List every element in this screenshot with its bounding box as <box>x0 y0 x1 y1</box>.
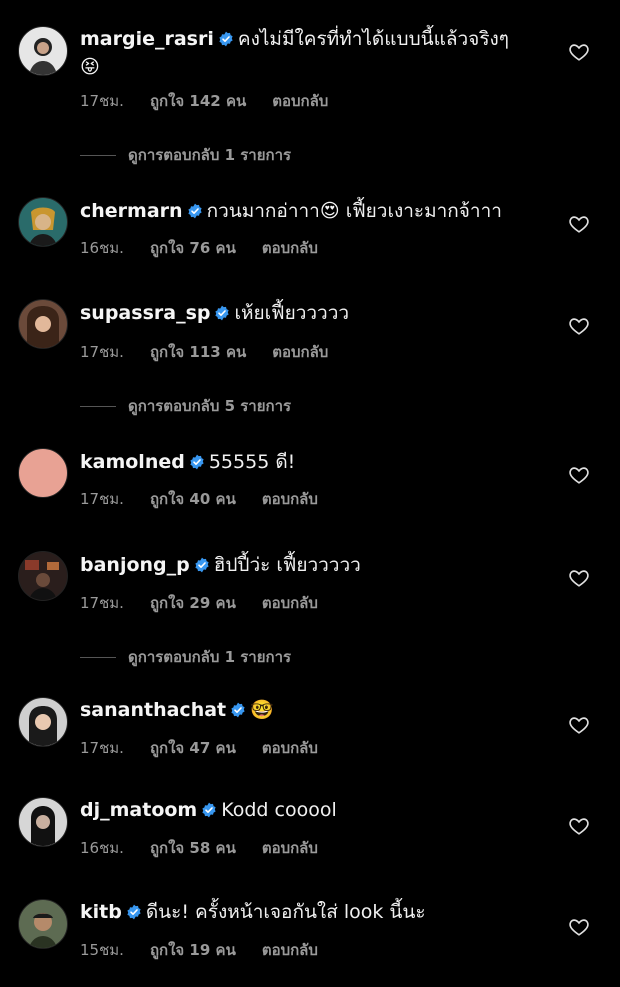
comment-text-line: sananthachat 🤓 <box>80 696 550 724</box>
timestamp: 16ชม. <box>80 239 124 257</box>
reply-button[interactable]: ตอบกลับ <box>272 92 328 110</box>
emoji: 😝 <box>80 56 100 78</box>
verified-icon <box>126 904 142 920</box>
username[interactable]: kitb <box>80 901 122 923</box>
view-replies-button[interactable]: ดูการตอบกลับ 1 รายการ <box>80 143 291 167</box>
comment-text: กวนมากอ่าาา <box>206 200 320 222</box>
heart-icon[interactable] <box>568 213 590 235</box>
heart-icon[interactable] <box>568 714 590 736</box>
avatar[interactable] <box>18 26 68 76</box>
avatar[interactable] <box>18 448 68 498</box>
view-replies-label: ดูการตอบกลับ 5 รายการ <box>128 397 292 415</box>
timestamp: 17ชม. <box>80 343 124 361</box>
view-replies-button[interactable]: ดูการตอบกลับ 1 รายการ <box>80 645 291 669</box>
comment-text-line: supassra_sp เห้ยเฟี้ยววววว <box>80 299 550 327</box>
likes-count[interactable]: ถูกใจ 142 คน <box>150 92 246 110</box>
comment-meta: 17ชม. ถูกใจ 40 คน ตอบกลับ <box>80 487 344 511</box>
comment-meta: 17ชม. ถูกใจ 142 คน ตอบกลับ <box>80 89 354 113</box>
verified-icon <box>218 31 234 47</box>
divider <box>80 405 116 407</box>
comment-text-line: margie_rasri คงไม่มีใครที่ทำได้แบบนี้แล้ว… <box>80 25 550 81</box>
avatar[interactable] <box>18 197 68 247</box>
heart-icon[interactable] <box>568 41 590 63</box>
likes-count[interactable]: ถูกใจ 113 คน <box>150 343 246 361</box>
comment-text-continued: เฟี้ยวเงาะมากจ้าาา <box>345 200 502 222</box>
username[interactable]: supassra_sp <box>80 302 210 324</box>
view-replies-button[interactable]: ดูการตอบกลับ 5 รายการ <box>80 394 291 418</box>
comment-text-line: kamolned 55555 ดี! <box>80 448 550 476</box>
timestamp: 17ชม. <box>80 594 124 612</box>
username[interactable]: margie_rasri <box>80 28 214 50</box>
heart-icon[interactable] <box>568 916 590 938</box>
avatar[interactable] <box>18 899 68 949</box>
comment-meta: 15ชม. ถูกใจ 19 คน ตอบกลับ <box>80 938 344 962</box>
comment-meta: 17ชม. ถูกใจ 113 คน ตอบกลับ <box>80 340 354 364</box>
divider <box>80 656 116 658</box>
reply-button[interactable]: ตอบกลับ <box>272 343 328 361</box>
avatar[interactable] <box>18 551 68 601</box>
heart-icon[interactable] <box>568 315 590 337</box>
comment-text-line: kitb ดีนะ! ครั้งหน้าเจอกันใส่ look นี้นะ <box>80 898 550 926</box>
comment-text: คงไม่มีใครที่ทำได้แบบนี้แล้วจริงๆ <box>237 28 510 50</box>
heart-icon[interactable] <box>568 815 590 837</box>
timestamp: 15ชม. <box>80 941 124 959</box>
reply-button[interactable]: ตอบกลับ <box>262 594 318 612</box>
view-replies-label: ดูการตอบกลับ 1 รายการ <box>128 648 292 666</box>
likes-count[interactable]: ถูกใจ 76 คน <box>150 239 236 257</box>
reply-button[interactable]: ตอบกลับ <box>262 239 318 257</box>
reply-button[interactable]: ตอบกลับ <box>262 941 318 959</box>
avatar[interactable] <box>18 797 68 847</box>
heart-icon[interactable] <box>568 567 590 589</box>
timestamp: 17ชม. <box>80 490 124 508</box>
view-replies-label: ดูการตอบกลับ 1 รายการ <box>128 146 292 164</box>
likes-count[interactable]: ถูกใจ 47 คน <box>150 739 236 757</box>
timestamp: 17ชม. <box>80 739 124 757</box>
verified-icon <box>194 557 210 573</box>
username[interactable]: sananthachat <box>80 699 226 721</box>
emoji: 😍 <box>319 200 340 222</box>
timestamp: 16ชม. <box>80 839 124 857</box>
avatar[interactable] <box>18 697 68 747</box>
comment-meta: 17ชม. ถูกใจ 47 คน ตอบกลับ <box>80 736 344 760</box>
comment-text: ดีนะ! ครั้งหน้าเจอกันใส่ look นี้นะ <box>145 901 426 923</box>
divider <box>80 154 116 156</box>
comment-text-line: chermarn กวนมากอ่าาา😍 เฟี้ยวเงาะมากจ้าาา <box>80 197 550 225</box>
comment-text: ฮิปปี้ว่ะ เฟี้ยววววว <box>213 554 361 576</box>
reply-button[interactable]: ตอบกลับ <box>262 490 318 508</box>
comment-text-line: dj_matoom Kodd cooool <box>80 796 550 824</box>
likes-count[interactable]: ถูกใจ 58 คน <box>150 839 236 857</box>
username[interactable]: banjong_p <box>80 554 190 576</box>
timestamp: 17ชม. <box>80 92 124 110</box>
reply-button[interactable]: ตอบกลับ <box>262 839 318 857</box>
comment-text: เห้ยเฟี้ยววววว <box>234 302 350 324</box>
emoji: 🤓 <box>250 699 274 721</box>
comment-meta: 17ชม. ถูกใจ 29 คน ตอบกลับ <box>80 591 344 615</box>
reply-button[interactable]: ตอบกลับ <box>262 739 318 757</box>
likes-count[interactable]: ถูกใจ 29 คน <box>150 594 236 612</box>
likes-count[interactable]: ถูกใจ 19 คน <box>150 941 236 959</box>
verified-icon <box>230 702 246 718</box>
comment-text: Kodd cooool <box>221 799 337 821</box>
verified-icon <box>189 454 205 470</box>
comment-meta: 16ชม. ถูกใจ 58 คน ตอบกลับ <box>80 836 344 860</box>
verified-icon <box>201 802 217 818</box>
comment-text: 55555 ดี! <box>208 451 296 473</box>
username[interactable]: dj_matoom <box>80 799 197 821</box>
verified-icon <box>214 305 230 321</box>
heart-icon[interactable] <box>568 464 590 486</box>
comment-meta: 16ชม. ถูกใจ 76 คน ตอบกลับ <box>80 236 344 260</box>
username[interactable]: chermarn <box>80 200 183 222</box>
likes-count[interactable]: ถูกใจ 40 คน <box>150 490 236 508</box>
comment-text-line: banjong_p ฮิปปี้ว่ะ เฟี้ยววววว <box>80 551 550 579</box>
avatar[interactable] <box>18 299 68 349</box>
username[interactable]: kamolned <box>80 451 185 473</box>
verified-icon <box>187 203 203 219</box>
